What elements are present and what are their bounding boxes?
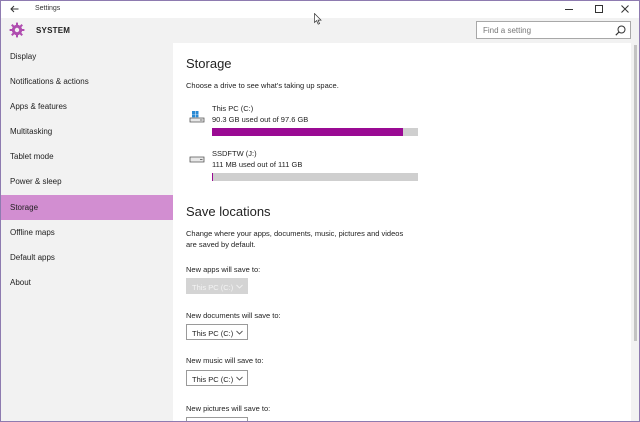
page-title: Storage [186,56,232,71]
new-documents-label: New documents will save to: [186,311,281,320]
chevron-down-icon [236,284,243,289]
sidebar-item-label: About [10,278,31,287]
scrollbar[interactable] [631,43,639,421]
search-box[interactable]: Find a setting [476,21,631,39]
settings-window: Settings SYSTEM Find a setting Display N… [0,0,640,422]
sidebar-item-label: Apps & features [10,102,67,111]
sidebar-item-offline-maps[interactable]: Offline maps [1,220,173,245]
mouse-cursor-icon [314,13,322,25]
sidebar-item-label: Tablet mode [10,152,54,161]
back-button[interactable] [5,2,23,16]
sidebar-item-label: Power & sleep [10,177,62,186]
dropdown-value: This PC (C:) [192,328,234,338]
section-title: SYSTEM [36,26,71,35]
sidebar-item-default-apps[interactable]: Default apps [1,245,173,270]
drive-name: This PC (C:) [212,104,254,113]
drive-icon [189,156,205,163]
close-button[interactable] [613,1,637,17]
back-arrow-icon [9,5,18,13]
drive-usage: 90.3 GB used out of 97.6 GB [212,115,309,124]
sidebar-item-label: Notifications & actions [10,77,89,86]
sidebar-item-tablet-mode[interactable]: Tablet mode [1,144,173,169]
maximize-icon [595,5,603,13]
sidebar-item-storage[interactable]: Storage [1,195,173,220]
new-documents-dropdown[interactable]: This PC (C:) [186,324,248,340]
maximize-button[interactable] [587,1,611,17]
search-input[interactable]: Find a setting [483,26,531,35]
scrollbar-thumb[interactable] [634,45,637,341]
save-locations-description-line2: are saved by default. [186,239,256,249]
sidebar: Display Notifications & actions Apps & f… [1,43,173,421]
dropdown-value: This PC (C:) [192,374,234,384]
new-pictures-dropdown[interactable] [186,417,248,421]
sidebar-item-label: Multitasking [10,127,53,136]
drive-usage: 111 MB used out of 111 GB [212,160,303,169]
new-apps-label: New apps will save to: [186,265,261,274]
save-locations-heading: Save locations [186,204,271,219]
drive-usage-bar [212,173,418,181]
sidebar-item-multitasking[interactable]: Multitasking [1,119,173,144]
chevron-down-icon [236,376,243,381]
sidebar-item-about[interactable]: About [1,270,173,295]
sidebar-item-display[interactable]: Display [1,44,173,69]
sidebar-item-label: Default apps [10,253,55,262]
sidebar-item-power-sleep[interactable]: Power & sleep [1,169,173,194]
minimize-icon [565,9,573,10]
sidebar-item-notifications[interactable]: Notifications & actions [1,69,173,94]
sidebar-item-apps-features[interactable]: Apps & features [1,94,173,119]
dropdown-value: This PC (C:) [192,282,234,292]
sidebar-item-label: Offline maps [10,228,55,237]
search-icon[interactable] [615,25,626,36]
drive-usage-bar [212,128,418,136]
storage-subtitle: Choose a drive to see what's taking up s… [186,81,339,90]
new-music-label: New music will save to: [186,356,264,365]
new-pictures-label: New pictures will save to: [186,404,271,413]
save-locations-description-line1: Change where your apps, documents, music… [186,229,404,238]
gear-icon [9,22,25,38]
sidebar-item-label: Storage [10,203,39,212]
new-apps-dropdown[interactable]: This PC (C:) [186,278,248,294]
sidebar-item-label: Display [10,52,37,61]
chevron-down-icon [236,330,243,335]
close-icon [621,5,629,13]
window-title: Settings [35,5,61,12]
new-music-dropdown[interactable]: This PC (C:) [186,370,248,386]
drive-name: SSDFTW (J:) [212,149,257,158]
main-content: Storage Choose a drive to see what's tak… [173,43,631,421]
drive-usage-fill [212,128,403,136]
windows-drive-icon [189,111,205,123]
minimize-button[interactable] [557,1,581,17]
